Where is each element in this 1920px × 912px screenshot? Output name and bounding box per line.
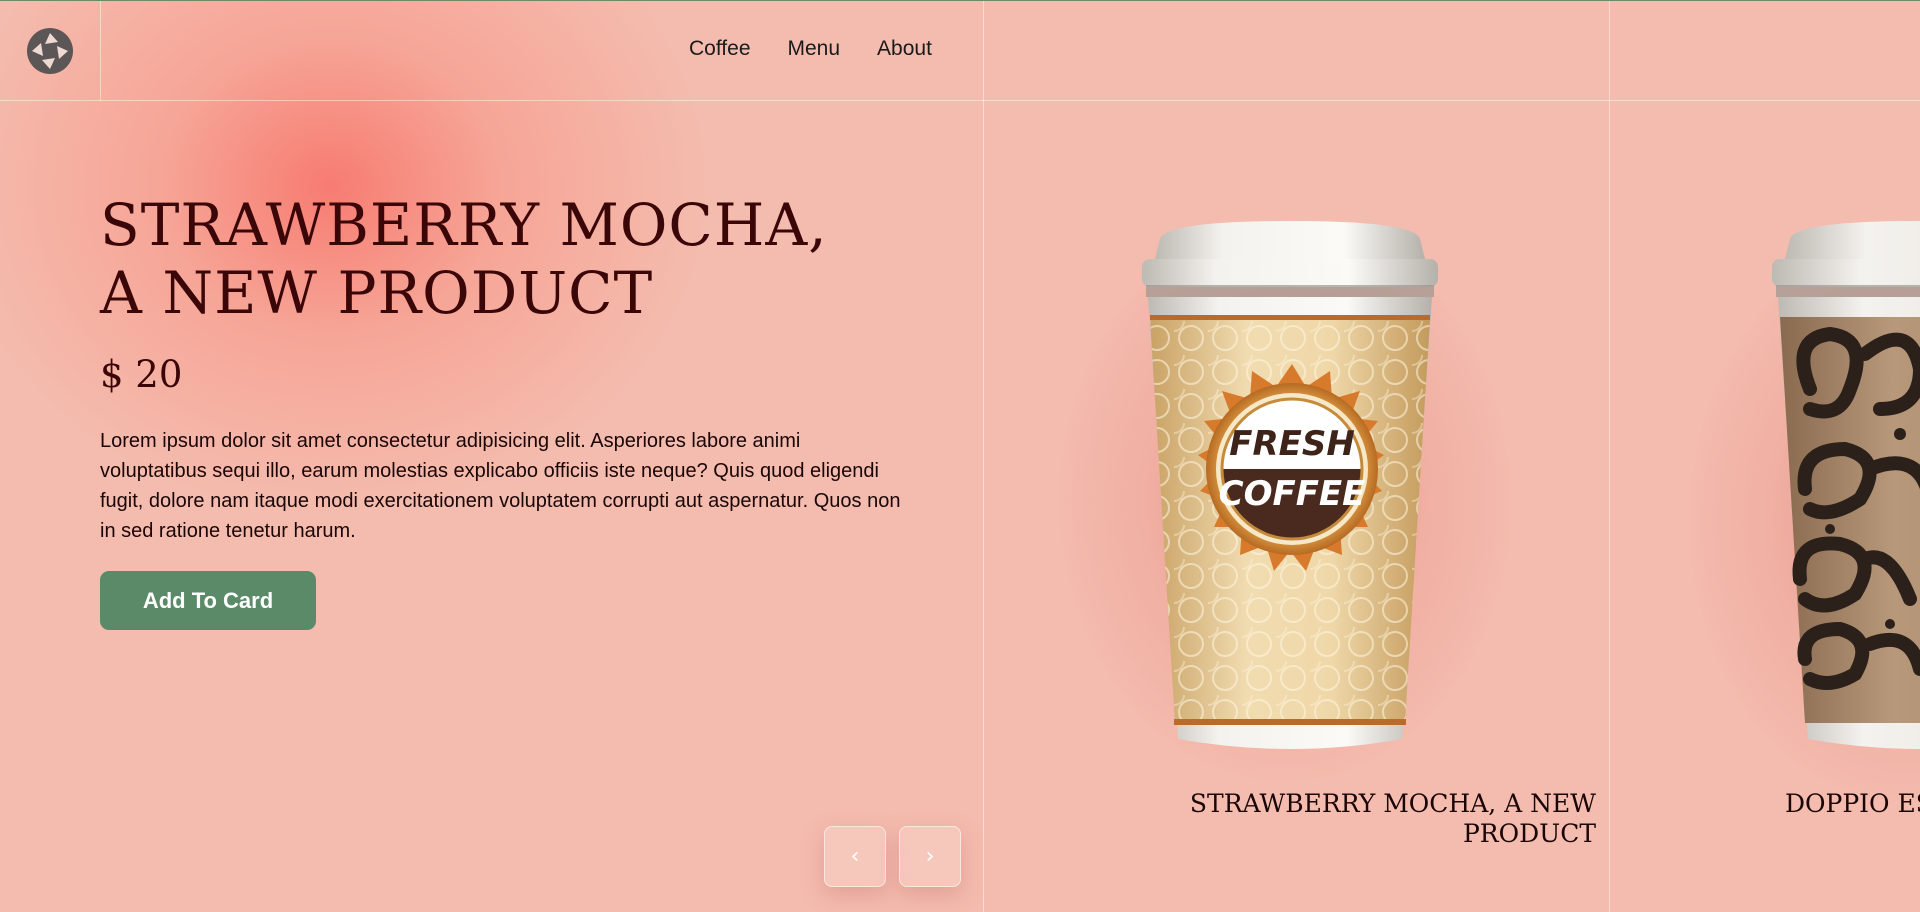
- product-price: $ 20: [100, 353, 183, 396]
- product-card-name: DOPPIO ES: [1785, 789, 1920, 819]
- coffee-cup-image: FRESH COFFEE: [1140, 219, 1450, 779]
- grid-line: [1609, 1, 1610, 912]
- product-card-name-line1: DOPPIO ES: [1785, 789, 1920, 818]
- grid-line: [100, 1, 101, 101]
- nav-link-about[interactable]: About: [877, 37, 932, 61]
- chevron-left-icon: ‹: [850, 844, 860, 869]
- product-card-name: STRAWBERRY MOCHA, A NEW PRODUCT: [1190, 789, 1596, 849]
- product-card-name-line2: PRODUCT: [1462, 819, 1596, 848]
- nav-link-menu[interactable]: Menu: [788, 37, 841, 61]
- header-divider: [0, 100, 1920, 101]
- product-card-name-line1: STRAWBERRY MOCHA, A NEW: [1189, 789, 1596, 818]
- chevron-right-icon: ›: [925, 844, 935, 869]
- slider-prev-button[interactable]: ‹: [824, 826, 886, 887]
- logo-icon[interactable]: [27, 28, 73, 74]
- slider-next-button[interactable]: ›: [899, 826, 961, 887]
- cup-badge-bottom-text: COFFEE: [1219, 474, 1366, 514]
- coffee-cup-image: [1770, 219, 1920, 779]
- page: Coffee Menu About STRAWBERRY MOCHA, A NE…: [0, 0, 1920, 912]
- nav-link-coffee[interactable]: Coffee: [689, 37, 751, 61]
- cup-badge-top-text: FRESH: [1229, 424, 1355, 464]
- main-nav: Coffee Menu About: [689, 37, 932, 61]
- hero-title: STRAWBERRY MOCHA, A NEW PRODUCT: [100, 191, 828, 327]
- product-card[interactable]: DOPPIO ES: [1690, 101, 1920, 912]
- grid-line: [983, 1, 984, 912]
- product-description: Lorem ipsum dolor sit amet consectetur a…: [100, 430, 901, 542]
- add-to-cart-button[interactable]: Add To Card: [100, 571, 316, 630]
